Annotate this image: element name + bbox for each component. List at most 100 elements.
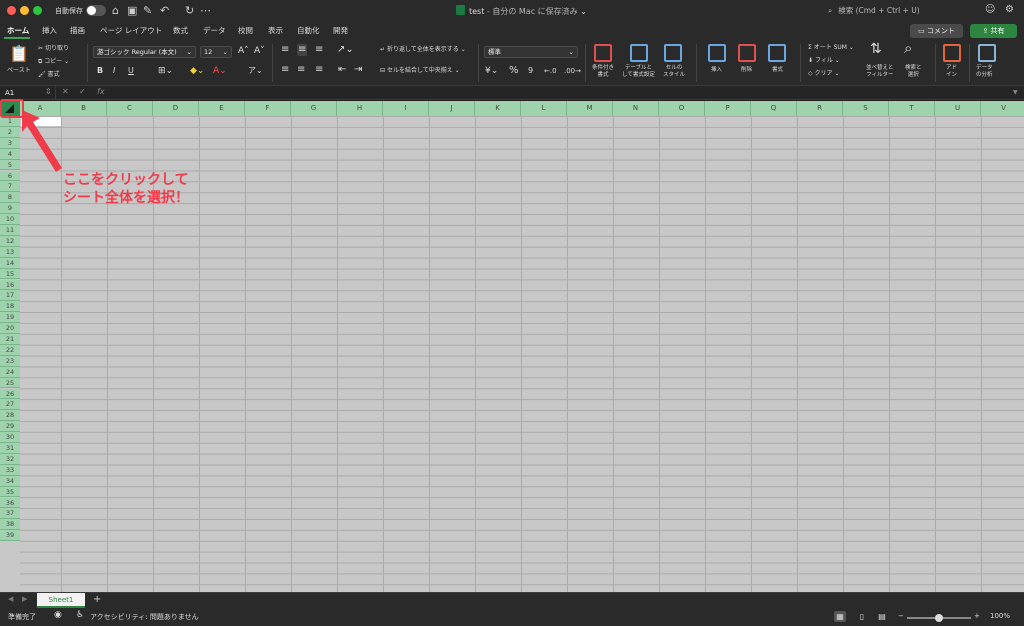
orientation-icon[interactable]: ↗⌄ (337, 44, 354, 56)
align-bottom-icon[interactable]: ≡ (315, 44, 323, 56)
row-header-36[interactable]: 36 (0, 497, 20, 509)
cell-style-label[interactable]: セルの スタイル (663, 65, 685, 79)
document-title[interactable]: test - 自分の Mac に保存済み ⌄ (456, 5, 587, 17)
copy-button[interactable]: ⧉ コピー ⌄ (38, 58, 69, 66)
addins-icon[interactable] (943, 44, 961, 62)
decrease-decimal-icon[interactable]: .00→ (564, 65, 581, 77)
borders-icon[interactable]: ⊞⌄ (158, 65, 173, 77)
next-sheet-icon[interactable]: ▶ (22, 595, 27, 603)
page-layout-view-icon[interactable]: ▯ (856, 611, 868, 622)
increase-font-icon[interactable]: A˄ (238, 45, 249, 57)
row-header-16[interactable]: 16 (0, 279, 20, 291)
column-header-l[interactable]: L (521, 101, 567, 116)
delete-label[interactable]: 削除 (741, 67, 752, 74)
tab-page-layout[interactable]: ページ レイアウト (100, 25, 162, 36)
currency-icon[interactable]: ¥⌄ (485, 65, 498, 77)
tab-automate[interactable]: 自動化 (297, 25, 320, 36)
column-header-r[interactable]: R (797, 101, 843, 116)
confirm-icon[interactable]: ✓ (79, 87, 86, 96)
cond-format-label[interactable]: 条件付き 書式 (592, 65, 614, 79)
table-format-label[interactable]: テーブルと して書式設定 (622, 65, 655, 79)
row-header-13[interactable]: 13 (0, 246, 20, 258)
undo-icon[interactable]: ↶ (160, 4, 169, 18)
row-header-8[interactable]: 8 (0, 192, 20, 204)
row-header-10[interactable]: 10 (0, 214, 20, 225)
column-header-m[interactable]: M (567, 101, 613, 116)
row-header-32[interactable]: 32 (0, 453, 20, 465)
row-header-38[interactable]: 38 (0, 519, 20, 531)
delete-cells-icon[interactable] (738, 44, 756, 62)
decrease-indent-icon[interactable]: ⇤ (338, 64, 346, 76)
autosum-button[interactable]: Σ オート SUM ⌄ (808, 44, 854, 52)
column-header-j[interactable]: J (429, 101, 475, 116)
row-header-5[interactable]: 5 (0, 159, 20, 171)
column-header-i[interactable]: I (383, 101, 429, 116)
cut-button[interactable]: ✂ 切り取り (38, 45, 69, 53)
fill-button[interactable]: ⬇ フィル ⌄ (808, 57, 840, 65)
column-header-n[interactable]: N (613, 101, 659, 116)
add-sheet-icon[interactable]: + (93, 594, 101, 605)
normal-view-icon[interactable]: ▦ (834, 611, 846, 622)
zoom-window-button[interactable] (33, 6, 42, 15)
column-header-d[interactable]: D (153, 101, 199, 116)
conditional-format-icon[interactable] (594, 44, 612, 62)
row-header-33[interactable]: 33 (0, 464, 20, 476)
row-header-34[interactable]: 34 (0, 475, 20, 487)
search-box[interactable]: ⌕ 検索 (Cmd + Ctrl + U) (828, 5, 920, 16)
insert-label[interactable]: 挿入 (711, 67, 722, 74)
row-header-4[interactable]: 4 (0, 148, 20, 160)
close-window-button[interactable] (7, 6, 16, 15)
column-header-e[interactable]: E (199, 101, 245, 116)
wrap-text-button[interactable]: ↵ 折り返して全体を表示する ⌄ (380, 46, 466, 54)
row-header-23[interactable]: 23 (0, 355, 20, 367)
zoom-slider[interactable] (907, 614, 971, 622)
more-icon[interactable]: ⋯ (200, 4, 211, 18)
column-header-p[interactable]: P (705, 101, 751, 116)
align-middle-icon[interactable]: ≡ (297, 44, 308, 56)
column-header-k[interactable]: K (475, 101, 521, 116)
format-cells-icon[interactable] (768, 44, 786, 62)
tab-view[interactable]: 表示 (268, 25, 283, 36)
row-header-17[interactable]: 17 (0, 290, 20, 302)
column-header-q[interactable]: Q (751, 101, 797, 116)
redo-icon[interactable]: ↻ (185, 4, 194, 18)
clear-button[interactable]: ◇ クリア ⌄ (808, 70, 839, 78)
analyze-data-icon[interactable] (978, 44, 996, 62)
sort-filter-label[interactable]: 並べ替えと フィルター (866, 65, 894, 79)
column-header-f[interactable]: F (245, 101, 291, 116)
underline-button[interactable]: U (128, 65, 134, 77)
accessibility-icon[interactable]: ♿ (76, 610, 84, 620)
row-header-2[interactable]: 2 (0, 126, 20, 138)
align-top-icon[interactable]: ≡ (281, 44, 289, 56)
zoom-slider-knob[interactable] (935, 614, 943, 622)
record-macro-icon[interactable]: ◉ (54, 610, 62, 620)
row-header-19[interactable]: 19 (0, 312, 20, 324)
cell-styles-icon[interactable] (664, 44, 682, 62)
align-center-icon[interactable]: ≡ (297, 64, 305, 76)
row-header-18[interactable]: 18 (0, 301, 20, 313)
row-header-25[interactable]: 25 (0, 377, 20, 389)
row-header-28[interactable]: 28 (0, 410, 20, 422)
row-header-6[interactable]: 6 (0, 170, 20, 182)
column-header-u[interactable]: U (935, 101, 981, 116)
column-header-v[interactable]: V (981, 101, 1024, 116)
column-header-c[interactable]: C (107, 101, 153, 116)
phonetic-icon[interactable]: ア⌄ (248, 65, 263, 77)
tab-formulas[interactable]: 数式 (173, 25, 188, 36)
merge-center-button[interactable]: ⊟ セルを結合して中央揃え ⌄ (380, 67, 460, 75)
edit-icon[interactable]: ✎ (143, 4, 152, 18)
find-select-label[interactable]: 検索と 選択 (905, 65, 922, 79)
format-label[interactable]: 書式 (772, 67, 783, 74)
align-left-icon[interactable]: ≡ (281, 64, 289, 76)
prev-sheet-icon[interactable]: ◀ (8, 595, 13, 603)
comment-button[interactable]: ▭ コメント (910, 24, 963, 38)
row-header-20[interactable]: 20 (0, 323, 20, 334)
table-format-icon[interactable] (630, 44, 648, 62)
column-header-o[interactable]: O (659, 101, 705, 116)
number-format-select[interactable]: 標準 ⌄ (484, 46, 578, 58)
font-name-select[interactable]: 游ゴシック Regular (本文) ⌄ (93, 46, 196, 58)
row-header-22[interactable]: 22 (0, 344, 20, 356)
row-header-9[interactable]: 9 (0, 203, 20, 215)
tab-review[interactable]: 校閲 (238, 25, 253, 36)
paste-label[interactable]: ペースト (7, 67, 31, 75)
